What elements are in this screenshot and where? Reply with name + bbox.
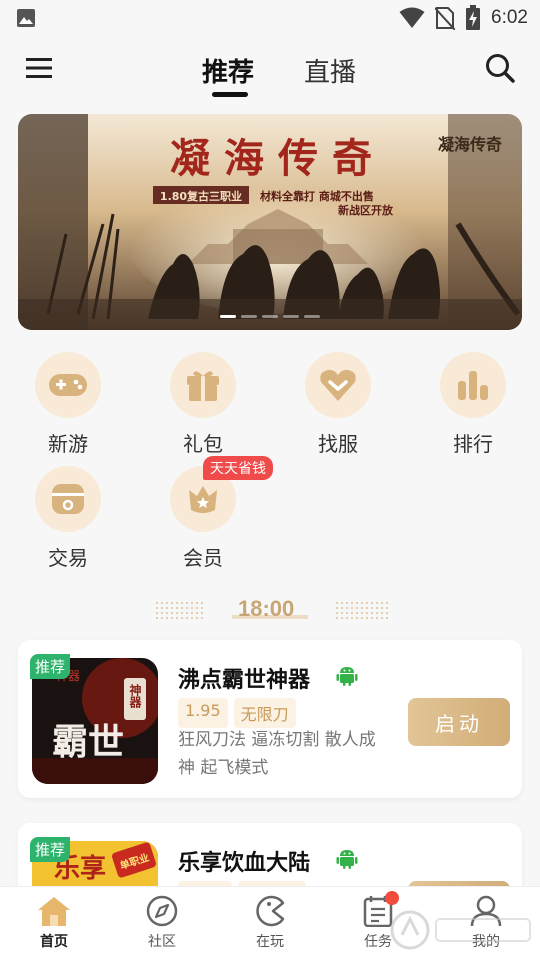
home-icon (38, 897, 70, 926)
recommend-tag: 推荐 (30, 837, 71, 862)
quick-entry-label: 交易 (48, 546, 88, 570)
image-notification-icon (17, 9, 35, 27)
banner-slogan-left: 1.80复古三职业 (160, 189, 242, 203)
crown-badge-icon (189, 486, 217, 513)
quick-entry-label: 礼包 (183, 432, 223, 456)
nav-playing[interactable]: 在玩 (225, 895, 315, 951)
game-title[interactable]: 乐享饮血大陆 (178, 845, 310, 877)
banner-slogan-right-2: 新战区开放 (338, 203, 394, 217)
banner-logo-art: 凝海传奇 (438, 135, 502, 154)
heart-chevron-icon (320, 369, 356, 401)
nav-home[interactable]: 首页 (9, 895, 99, 951)
gift-icon (187, 371, 219, 401)
notification-dot (385, 891, 399, 905)
tab-recommend[interactable]: 推荐 (202, 52, 254, 89)
banner-title-art: 凝海传奇 (170, 135, 386, 182)
tab-live[interactable]: 直播 (304, 52, 356, 89)
search-icon[interactable] (484, 52, 516, 84)
wifi-icon (399, 7, 425, 28)
top-nav: 推荐 直播 (0, 36, 540, 100)
schedule-time: 18:00 (238, 596, 295, 621)
nav-label: 首页 (40, 934, 68, 950)
menu-icon[interactable] (24, 54, 54, 82)
nav-label: 社区 (148, 934, 176, 950)
quick-entry-label: 排行 (453, 432, 493, 456)
pacman-icon (256, 895, 285, 927)
promo-banner[interactable]: 凝海传奇 凝海传奇 1.80复古三职业 材料全靠打 商城不出售 新战区开放 (18, 114, 522, 330)
banner-slogan-right-1: 材料全靠打 商城不出售 (260, 189, 374, 203)
quick-entry-label: 找服 (318, 432, 358, 456)
android-icon (336, 850, 358, 869)
game-tags: 1.95 无限刀 (178, 698, 296, 728)
android-icon (336, 667, 358, 686)
battery-charging-icon (466, 5, 481, 30)
status-time: 6:02 (491, 7, 528, 28)
game-tag: 1.95 (178, 698, 228, 728)
banner-artwork: 凝海传奇 凝海传奇 1.80复古三职业 材料全靠打 商城不出售 新战区开放 (18, 114, 522, 330)
no-sim-icon (435, 7, 456, 30)
game-tag: 无限刀 (233, 698, 296, 728)
quick-entry-member[interactable]: 天天省钱 会员 (153, 456, 273, 571)
recommend-tag: 推荐 (30, 654, 71, 679)
quick-entry-label: 会员 (183, 546, 223, 570)
watermark-logo (390, 910, 531, 950)
bar-chart-icon (458, 371, 488, 400)
game-card[interactable]: 推荐 霸世 神器 神器 沸点霸世神器 1.95 无限刀 狂风刀法 逼冻切割 散人… (18, 640, 522, 798)
quick-entry-find-server[interactable]: 找服 (288, 352, 388, 457)
nav-label: 在玩 (256, 934, 284, 950)
schedule-time-divider: 18:00 (0, 596, 540, 628)
launch-button[interactable]: 启动 (408, 698, 510, 746)
thumbnail-art-side: 神器 (128, 683, 142, 709)
thumbnail-art-main: 霸世 (52, 721, 124, 763)
nav-community[interactable]: 社区 (117, 895, 207, 951)
member-promo-badge: 天天省钱 (203, 456, 273, 480)
banner-pagination (18, 315, 522, 318)
quick-entry-gift[interactable]: 礼包 (153, 352, 253, 457)
status-bar: 6:02 (0, 0, 540, 36)
quick-entry-trade[interactable]: 交易 (18, 466, 118, 571)
quick-entry-ranking[interactable]: 排行 (423, 352, 523, 457)
quick-entry-label: 新游 (48, 432, 88, 456)
gamepad-icon (49, 374, 87, 396)
tab-indicator (212, 92, 248, 97)
bag-icon (52, 484, 84, 514)
game-title[interactable]: 沸点霸世神器 (178, 662, 310, 694)
quick-entry-new-games[interactable]: 新游 (18, 352, 118, 457)
game-description: 狂风刀法 逼冻切割 散人成神 起飞模式 (178, 730, 376, 778)
compass-icon (146, 895, 178, 927)
